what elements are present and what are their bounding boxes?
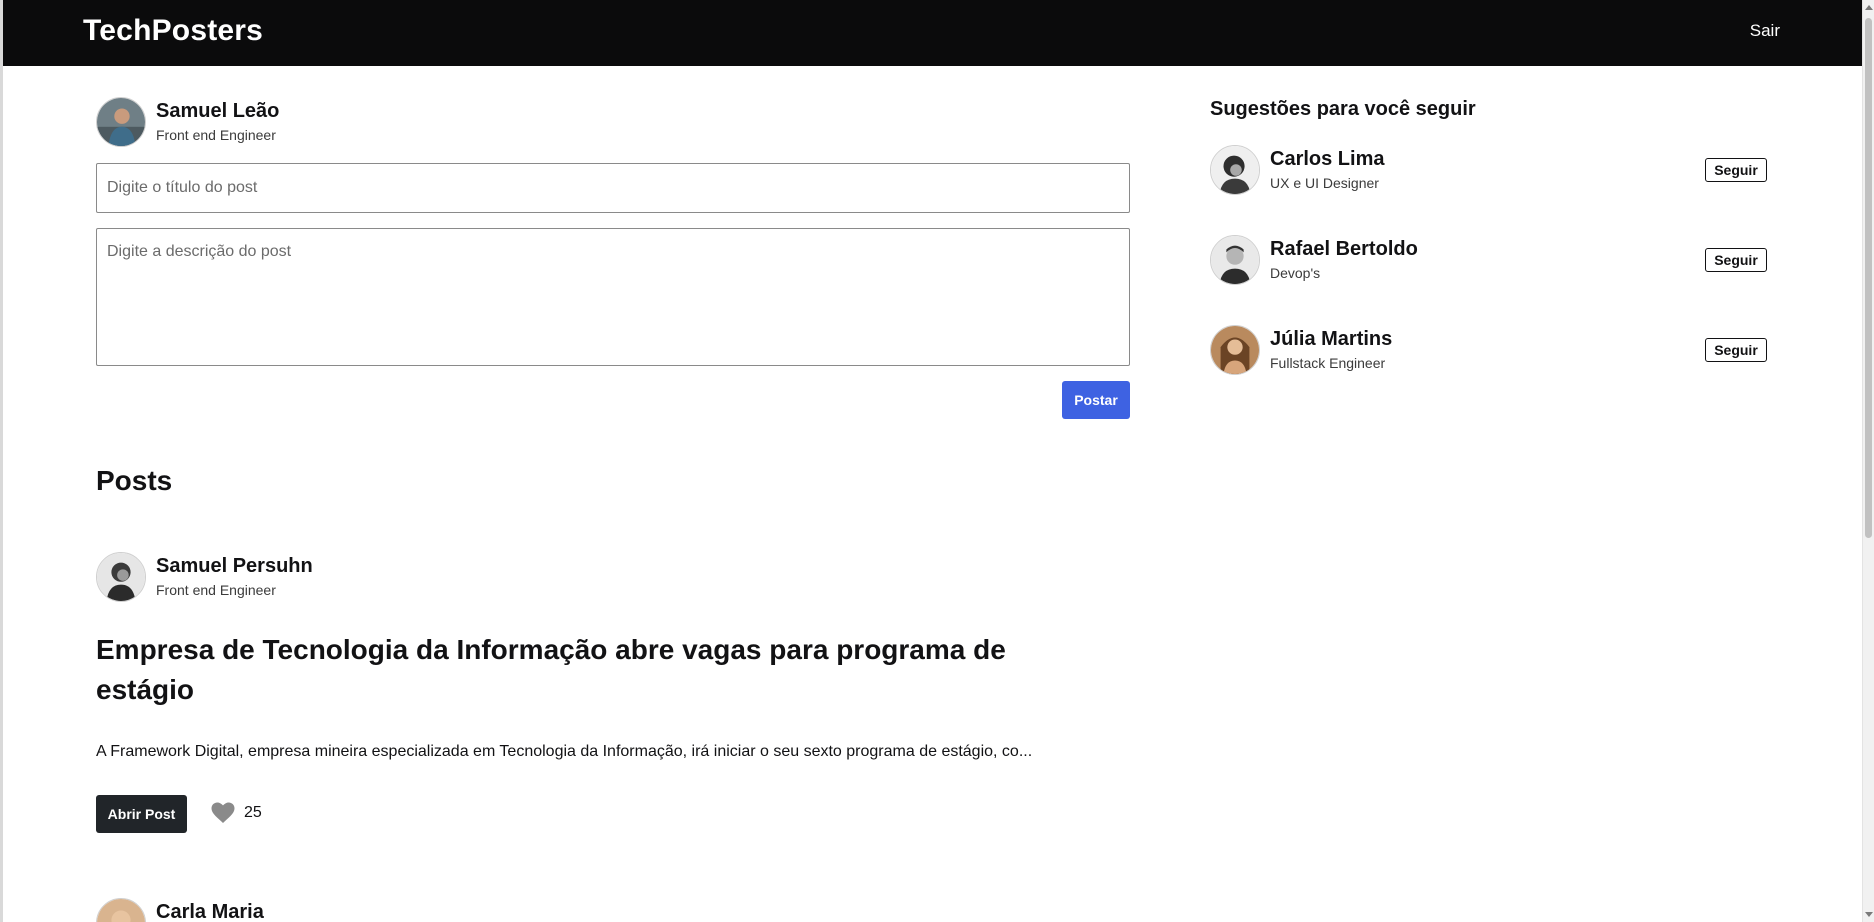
- window-left-border: [0, 66, 3, 922]
- post-title-input[interactable]: [96, 163, 1130, 213]
- current-user-avatar: [96, 97, 146, 147]
- suggestion-role: UX e UI Designer: [1270, 175, 1379, 191]
- post-author-name: Samuel Persuhn: [156, 555, 313, 577]
- scrollbar-thumb[interactable]: [1865, 18, 1872, 538]
- post-author-name: Carla Maria: [156, 901, 264, 922]
- suggestion-avatar: [1210, 235, 1260, 285]
- suggestion-avatar: [1210, 325, 1260, 375]
- top-navbar: TechPosters Sair: [0, 0, 1862, 66]
- post-title: Empresa de Tecnologia da Informação abre…: [96, 634, 1006, 705]
- suggestion-avatar: [1210, 145, 1260, 195]
- vertical-scrollbar[interactable]: [1862, 0, 1874, 922]
- submit-post-button[interactable]: Postar: [1062, 381, 1130, 419]
- current-user-name: Samuel Leão: [156, 100, 280, 122]
- posts-heading: Posts: [96, 465, 173, 496]
- post-author-avatar: [96, 898, 146, 922]
- current-user-role: Front end Engineer: [156, 127, 276, 143]
- suggestion-role: Fullstack Engineer: [1270, 355, 1386, 371]
- suggestion-name: Carlos Lima: [1270, 148, 1385, 170]
- like-count: 25: [244, 804, 262, 821]
- like-button[interactable]: 25: [210, 802, 262, 824]
- post-excerpt: A Framework Digital, empresa mineira esp…: [96, 743, 1033, 760]
- open-post-button[interactable]: Abrir Post: [96, 795, 187, 833]
- suggestion-role: Devop's: [1270, 265, 1321, 281]
- suggestions-heading: Sugestões para você seguir: [1210, 98, 1476, 120]
- post-description-input[interactable]: [96, 228, 1130, 366]
- logout-link[interactable]: Sair: [1750, 21, 1780, 41]
- post-author-avatar: [96, 552, 146, 602]
- follow-button[interactable]: Seguir: [1705, 248, 1767, 272]
- follow-button[interactable]: Seguir: [1705, 158, 1767, 182]
- scroll-down-arrow-icon[interactable]: [1865, 912, 1873, 917]
- suggestion-name: Rafael Bertoldo: [1270, 238, 1418, 260]
- suggestion-name: Júlia Martins: [1270, 328, 1393, 350]
- follow-button[interactable]: Seguir: [1705, 338, 1767, 362]
- brand-logo[interactable]: TechPosters: [83, 14, 263, 48]
- post-author-role: Front end Engineer: [156, 582, 276, 598]
- heart-icon[interactable]: [210, 802, 236, 824]
- scroll-up-arrow-icon[interactable]: [1865, 5, 1873, 10]
